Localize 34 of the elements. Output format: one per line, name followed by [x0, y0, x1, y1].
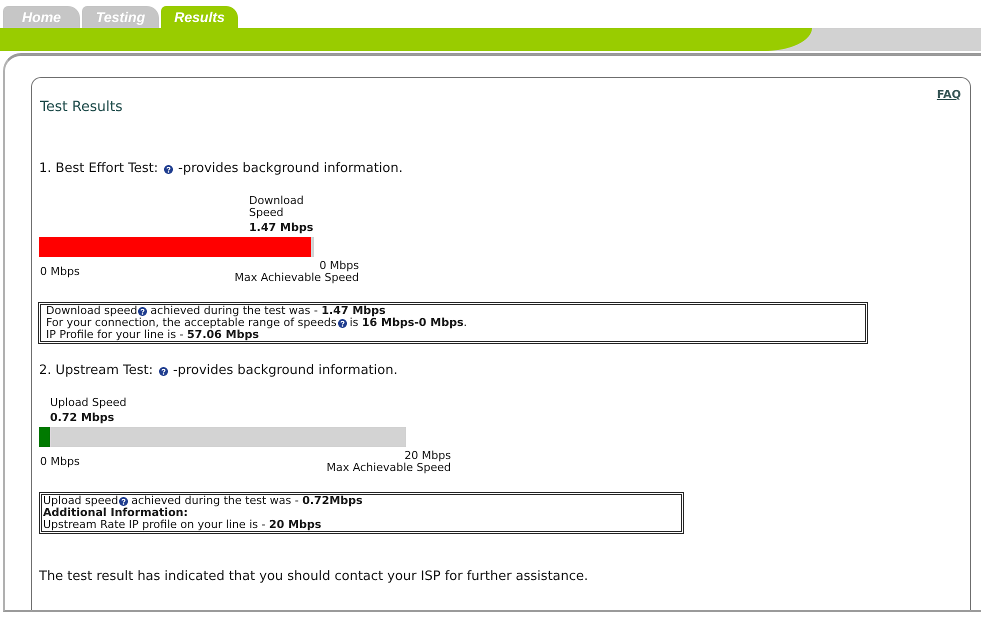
section-heading: 2. Upstream Test:	[39, 363, 153, 379]
axis-max-label: 0 Mbps	[318, 260, 359, 272]
meter-label: Download Speed	[249, 195, 305, 219]
detail-text: is 16 Mbps-0 Mbps.	[350, 317, 468, 329]
axis-min-label: 0 Mbps	[40, 456, 80, 468]
help-icon[interactable]	[119, 496, 128, 506]
detail-text: Upstream Rate IP profile on your line is - 20 Mbps	[43, 519, 322, 531]
detail-text: For your connection, the acceptable range of speeds	[46, 317, 337, 329]
help-icon[interactable]	[158, 366, 168, 376]
help-icon[interactable]	[338, 318, 347, 328]
meter-label: Upload Speed	[50, 397, 127, 409]
detail-text: IP Profile for your line is - 57.06 Mbps	[46, 329, 259, 341]
help-icon[interactable]	[164, 164, 174, 174]
detail-text: achieved during the test was - 1.47 Mbps	[150, 305, 386, 317]
meter-value: 0.72 Mbps	[50, 412, 116, 424]
axis-max-label: 20 Mbps	[403, 450, 451, 462]
help-icon[interactable]	[138, 306, 148, 316]
faq-link[interactable]: FAQ	[936, 88, 961, 101]
axis-caption: Max Achievable Speed	[326, 462, 451, 474]
detail-text: Upload speed	[43, 495, 118, 507]
section-note: -provides background information.	[178, 161, 403, 177]
page-title: Test Results	[40, 99, 123, 116]
detail-text: Download speed	[46, 305, 138, 317]
meter-value: 1.47 Mbps	[249, 222, 314, 234]
detail-heading: Additional Information:	[43, 507, 188, 519]
axis-min-label: 0 Mbps	[40, 266, 80, 278]
result-message: The test result has indicated that you should contact your ISP for further assistance.	[39, 569, 590, 585]
section-note: -provides background information.	[172, 363, 398, 379]
nav-tab[interactable]: Testing	[82, 6, 159, 28]
axis-caption: Max Achievable Speed	[234, 272, 359, 284]
detail-text: achieved during the test was - 0.72Mbps	[131, 495, 363, 507]
nav-tab[interactable]: Home	[3, 6, 80, 28]
section-heading: 1. Best Effort Test:	[39, 161, 158, 177]
nav-tab[interactable]: Results	[161, 6, 238, 28]
